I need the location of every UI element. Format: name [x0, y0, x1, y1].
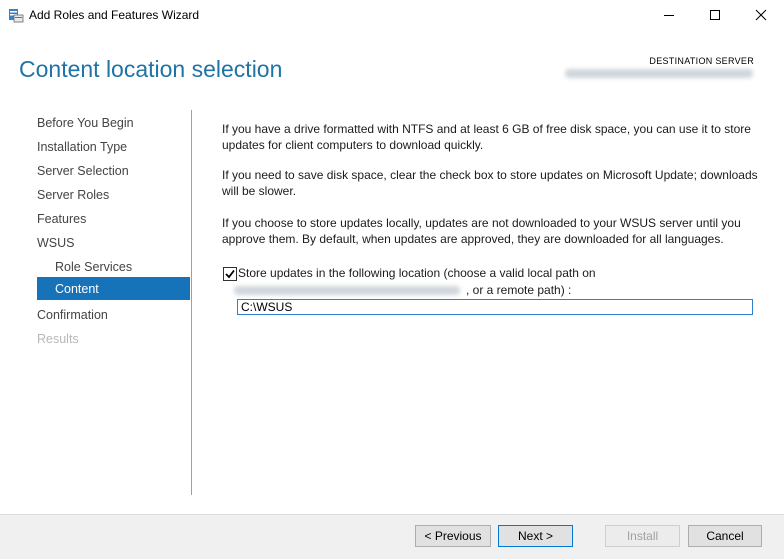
nav-item-results: Results — [37, 332, 79, 346]
store-updates-label: Store updates in the following location … — [238, 266, 596, 280]
nav-item-wsus[interactable]: WSUS — [37, 236, 75, 250]
description-paragraph-1: If you have a drive formatted with NTFS … — [222, 122, 751, 152]
description-paragraph-3: If you choose to store updates locally, … — [222, 216, 741, 246]
nav-item-features[interactable]: Features — [37, 212, 86, 226]
nav-item-server-roles[interactable]: Server Roles — [37, 188, 109, 202]
destination-server-label: DESTINATION SERVER — [649, 56, 754, 66]
remote-path-label: , or a remote path) : — [466, 283, 572, 297]
maximize-button[interactable] — [692, 0, 738, 30]
nav-divider — [191, 110, 192, 495]
page-title: Content location selection — [19, 56, 283, 82]
destination-server-name-redacted — [565, 69, 753, 78]
previous-button[interactable]: < Previous — [415, 525, 491, 547]
nav-item-role-services[interactable]: Role Services — [55, 260, 132, 274]
store-updates-checkbox[interactable] — [223, 267, 237, 281]
server-manager-icon — [8, 7, 24, 23]
nav-item-content[interactable]: Content — [55, 282, 99, 296]
nav-item-installation-type[interactable]: Installation Type — [37, 140, 127, 154]
nav-item-before-you-begin[interactable]: Before You Begin — [37, 116, 134, 130]
title-bar: Add Roles and Features Wizard — [0, 0, 784, 30]
description-paragraph-2: If you need to save disk space, clear th… — [222, 168, 758, 198]
maximize-icon — [710, 10, 720, 20]
window-title: Add Roles and Features Wizard — [29, 8, 200, 22]
content-path-input[interactable] — [237, 299, 753, 315]
install-button: Install — [605, 525, 680, 547]
minimize-button[interactable] — [646, 0, 692, 30]
close-icon — [755, 9, 767, 21]
local-server-name-redacted — [234, 286, 460, 295]
minimize-icon — [664, 15, 674, 16]
nav-item-confirmation[interactable]: Confirmation — [37, 308, 108, 322]
nav-item-server-selection[interactable]: Server Selection — [37, 164, 129, 178]
next-button[interactable]: Next > — [498, 525, 573, 547]
close-button[interactable] — [738, 0, 784, 30]
cancel-button[interactable]: Cancel — [688, 525, 762, 547]
checkmark-icon — [225, 269, 235, 279]
